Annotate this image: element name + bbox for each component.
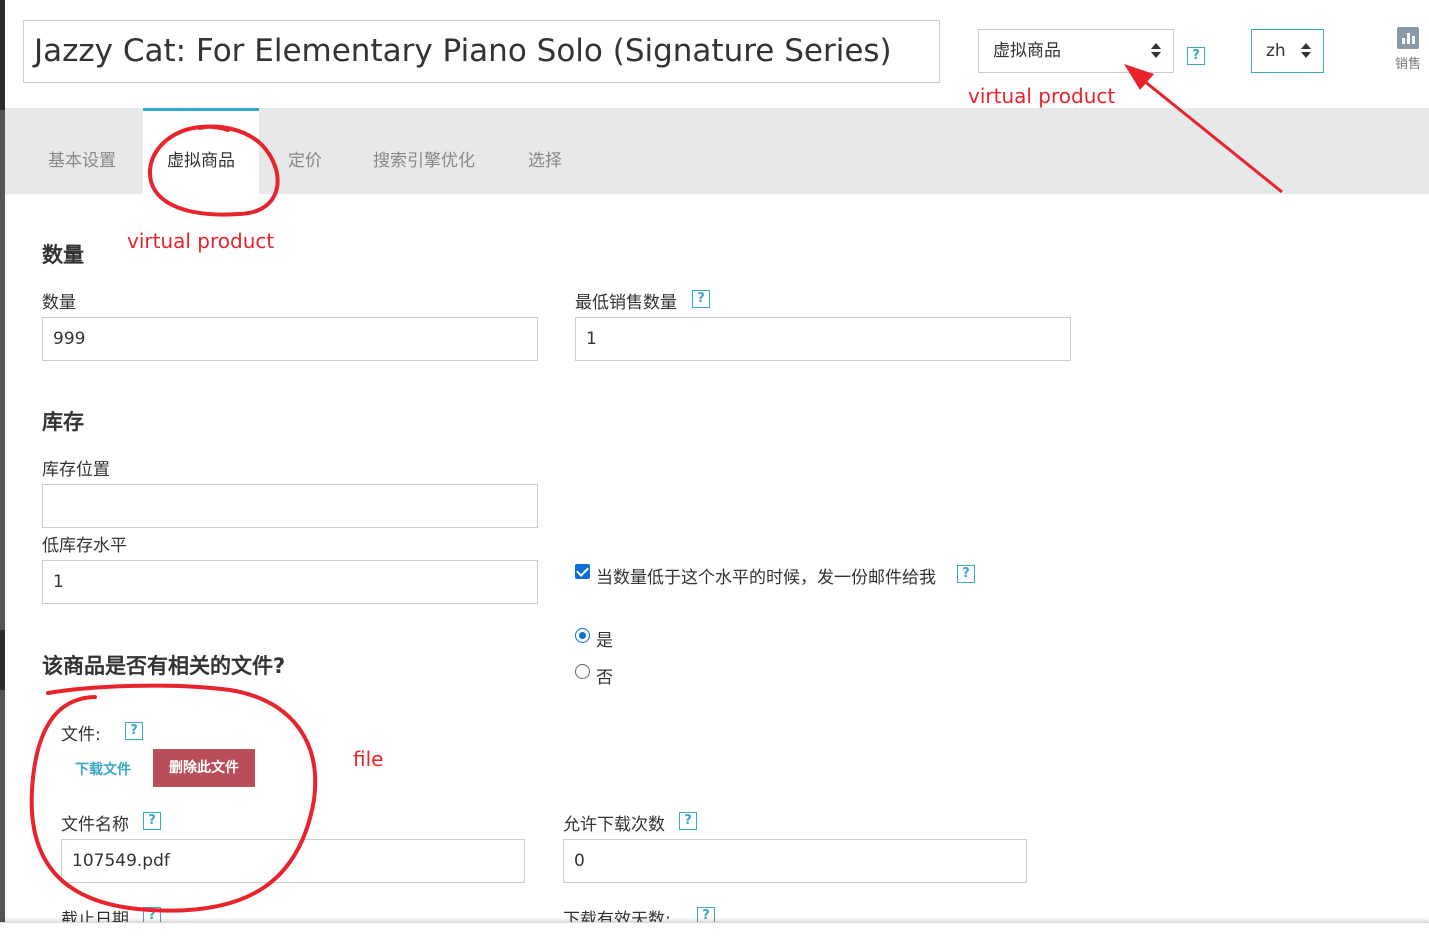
sales-button[interactable]: 销售 bbox=[1386, 27, 1429, 77]
tab-content-panel bbox=[23, 194, 1429, 922]
product-edit-page: Jazzy Cat: For Elementary Piano Solo (Si… bbox=[0, 0, 1429, 952]
quantity-heading: 数量 bbox=[42, 243, 84, 267]
select-arrows-icon bbox=[1301, 43, 1311, 59]
file-help-icon[interactable]: ? bbox=[125, 722, 143, 740]
product-type-help-icon[interactable]: ? bbox=[1187, 47, 1205, 65]
product-type-value: 虚拟商品 bbox=[993, 41, 1061, 61]
stock-location-input[interactable] bbox=[42, 484, 538, 528]
language-select[interactable]: zh bbox=[1251, 29, 1324, 73]
email-alert-help-icon[interactable]: ? bbox=[957, 565, 975, 583]
min-sale-help-icon[interactable]: ? bbox=[692, 290, 710, 308]
delete-file-button[interactable]: 删除此文件 bbox=[153, 749, 255, 787]
download-count-input[interactable]: 0 bbox=[563, 839, 1027, 883]
tab-options[interactable]: 选择 bbox=[528, 108, 562, 194]
file-label: 文件: bbox=[61, 725, 101, 745]
stock-heading: 库存 bbox=[42, 410, 84, 434]
download-count-help-icon[interactable]: ? bbox=[679, 812, 697, 830]
has-files-no-label: 否 bbox=[596, 668, 613, 688]
min-sale-quantity-label: 最低销售数量 bbox=[575, 293, 677, 313]
select-arrows-icon bbox=[1151, 43, 1161, 59]
low-stock-level-input[interactable]: 1 bbox=[42, 560, 538, 604]
file-annotation-text: file bbox=[353, 747, 384, 771]
tab-basic-settings[interactable]: 基本设置 bbox=[48, 108, 116, 194]
low-stock-level-label: 低库存水平 bbox=[42, 536, 127, 556]
download-file-button[interactable]: 下载文件 bbox=[75, 759, 131, 779]
sales-label: 销售 bbox=[1394, 57, 1421, 72]
quantity-label: 数量 bbox=[42, 293, 76, 313]
has-files-yes-radio[interactable] bbox=[575, 628, 590, 643]
bar-chart-icon bbox=[1397, 27, 1419, 49]
has-files-heading: 该商品是否有相关的文件? bbox=[42, 654, 286, 678]
email-alert-checkbox[interactable] bbox=[575, 564, 590, 579]
filename-input[interactable]: 107549.pdf bbox=[61, 839, 525, 883]
bottom-bar bbox=[0, 922, 1429, 952]
tab-virtual-product[interactable]: 虚拟商品 bbox=[143, 108, 259, 194]
download-count-label: 允许下载次数 bbox=[563, 815, 665, 835]
language-value: zh bbox=[1266, 41, 1286, 61]
tab-pricing[interactable]: 定价 bbox=[288, 108, 322, 194]
min-sale-quantity-input[interactable]: 1 bbox=[575, 317, 1071, 361]
tab-bar: 基本设置 虚拟商品 定价 搜索引擎优化 选择 bbox=[5, 108, 1429, 194]
product-type-select[interactable]: 虚拟商品 bbox=[978, 29, 1174, 73]
filename-label: 文件名称 bbox=[61, 815, 129, 835]
email-alert-label: 当数量低于这个水平的时候，发一份邮件给我 bbox=[596, 568, 936, 588]
product-name-input[interactable]: Jazzy Cat: For Elementary Piano Solo (Si… bbox=[23, 20, 940, 83]
tab-annotation-text: virtual product bbox=[127, 229, 275, 253]
has-files-yes-label: 是 bbox=[596, 631, 613, 651]
select-annotation-text: virtual product bbox=[968, 84, 1116, 108]
has-files-no-radio[interactable] bbox=[575, 664, 590, 679]
filename-help-icon[interactable]: ? bbox=[143, 812, 161, 830]
tab-seo[interactable]: 搜索引擎优化 bbox=[373, 108, 475, 194]
quantity-input[interactable]: 999 bbox=[42, 317, 538, 361]
stock-location-label: 库存位置 bbox=[42, 460, 110, 480]
